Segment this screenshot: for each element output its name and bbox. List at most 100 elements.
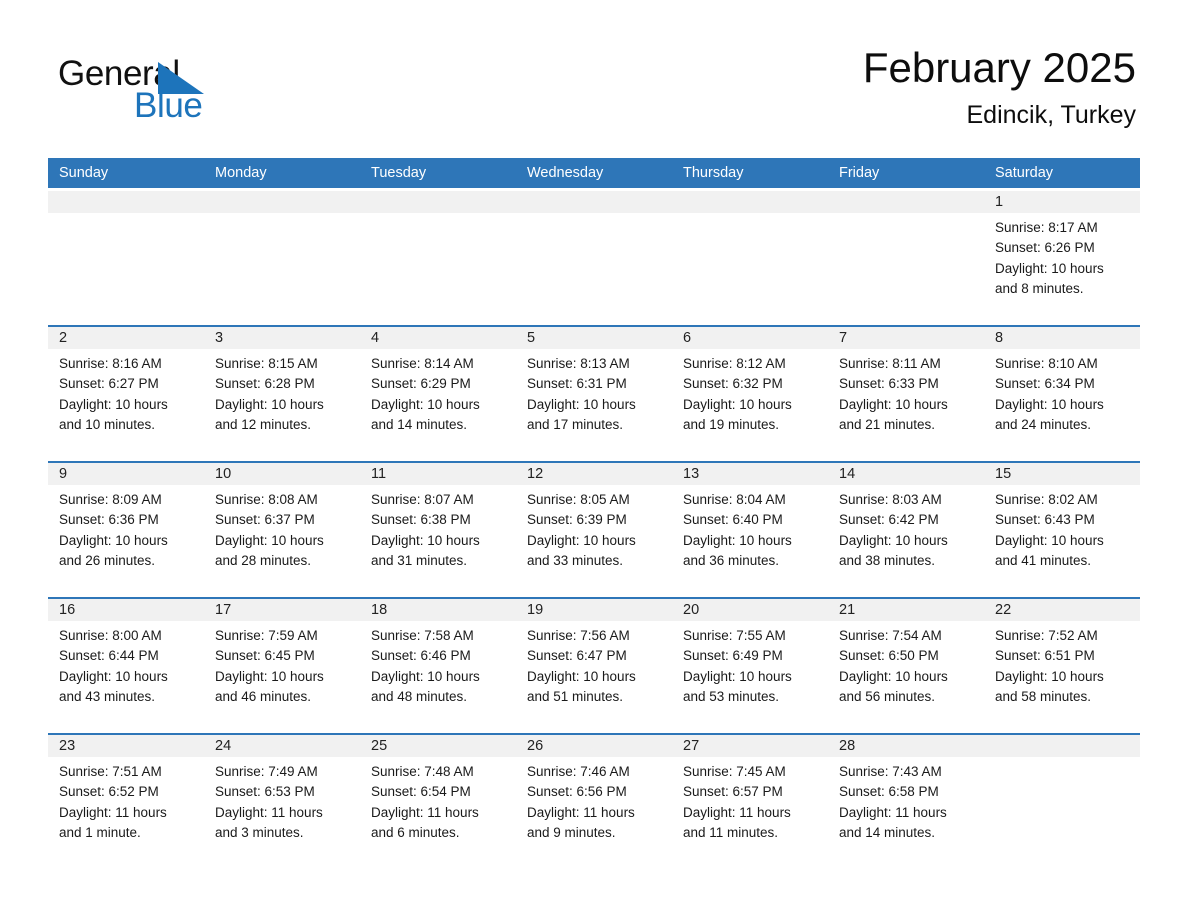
day-cell[interactable]: 15 Sunrise: 8:02 AM Sunset: 6:43 PM Dayl… (984, 463, 1140, 591)
week-row: 23 Sunrise: 7:51 AM Sunset: 6:52 PM Dayl… (48, 733, 1140, 863)
day-details (516, 213, 672, 218)
day-cell[interactable]: 18 Sunrise: 7:58 AM Sunset: 6:46 PM Dayl… (360, 599, 516, 727)
day-cell[interactable]: 28 Sunrise: 7:43 AM Sunset: 6:58 PM Dayl… (828, 735, 984, 863)
day-details: Sunrise: 8:05 AM Sunset: 6:39 PM Dayligh… (516, 485, 672, 571)
daylight-text-line1: Daylight: 10 hours (59, 668, 168, 684)
day-cell[interactable]: 25 Sunrise: 7:48 AM Sunset: 6:54 PM Dayl… (360, 735, 516, 863)
day-number (984, 735, 1140, 757)
sunset-text: Sunset: 6:47 PM (527, 648, 627, 664)
daylight-text-line1: Daylight: 10 hours (371, 532, 480, 548)
day-cell[interactable] (516, 191, 672, 319)
day-cell[interactable]: 27 Sunrise: 7:45 AM Sunset: 6:57 PM Dayl… (672, 735, 828, 863)
day-cell[interactable] (360, 191, 516, 319)
sunset-text: Sunset: 6:52 PM (59, 784, 159, 800)
sunset-text: Sunset: 6:50 PM (839, 648, 939, 664)
daylight-text-line2: and 33 minutes. (527, 552, 624, 568)
day-cell[interactable]: 1 Sunrise: 8:17 AM Sunset: 6:26 PM Dayli… (984, 191, 1140, 319)
day-cell[interactable]: 22 Sunrise: 7:52 AM Sunset: 6:51 PM Dayl… (984, 599, 1140, 727)
day-details: Sunrise: 7:54 AM Sunset: 6:50 PM Dayligh… (828, 621, 984, 707)
day-cell[interactable]: 20 Sunrise: 7:55 AM Sunset: 6:49 PM Dayl… (672, 599, 828, 727)
day-cell[interactable]: 23 Sunrise: 7:51 AM Sunset: 6:52 PM Dayl… (48, 735, 204, 863)
sunrise-text: Sunrise: 7:48 AM (371, 764, 474, 779)
daylight-text-line2: and 36 minutes. (683, 552, 780, 568)
daylight-text-line1: Daylight: 10 hours (59, 396, 168, 412)
day-number: 22 (984, 599, 1140, 621)
daylight-text-line1: Daylight: 10 hours (683, 532, 792, 548)
day-cell[interactable]: 10 Sunrise: 8:08 AM Sunset: 6:37 PM Dayl… (204, 463, 360, 591)
week-row: 2 Sunrise: 8:16 AM Sunset: 6:27 PM Dayli… (48, 325, 1140, 455)
sunset-text: Sunset: 6:43 PM (995, 512, 1095, 528)
day-cell[interactable] (48, 191, 204, 319)
daylight-text-line2: and 11 minutes. (683, 824, 779, 840)
day-cell[interactable] (204, 191, 360, 319)
sunrise-text: Sunrise: 8:17 AM (995, 220, 1098, 235)
daylight-text-line2: and 3 minutes. (215, 824, 304, 840)
day-details: Sunrise: 7:59 AM Sunset: 6:45 PM Dayligh… (204, 621, 360, 707)
day-number: 14 (828, 463, 984, 485)
day-number: 13 (672, 463, 828, 485)
day-cell[interactable]: 24 Sunrise: 7:49 AM Sunset: 6:53 PM Dayl… (204, 735, 360, 863)
daylight-text-line2: and 58 minutes. (995, 688, 1092, 704)
day-details: Sunrise: 8:13 AM Sunset: 6:31 PM Dayligh… (516, 349, 672, 435)
day-cell[interactable]: 3 Sunrise: 8:15 AM Sunset: 6:28 PM Dayli… (204, 327, 360, 455)
sunset-text: Sunset: 6:39 PM (527, 512, 627, 528)
sunset-text: Sunset: 6:33 PM (839, 376, 939, 392)
day-details: Sunrise: 7:56 AM Sunset: 6:47 PM Dayligh… (516, 621, 672, 707)
day-cell[interactable]: 6 Sunrise: 8:12 AM Sunset: 6:32 PM Dayli… (672, 327, 828, 455)
weekday-header-sunday: Sunday (59, 165, 109, 181)
day-cell[interactable]: 21 Sunrise: 7:54 AM Sunset: 6:50 PM Dayl… (828, 599, 984, 727)
day-number: 25 (360, 735, 516, 757)
day-cell[interactable] (672, 191, 828, 319)
day-cell[interactable]: 7 Sunrise: 8:11 AM Sunset: 6:33 PM Dayli… (828, 327, 984, 455)
day-cell[interactable]: 8 Sunrise: 8:10 AM Sunset: 6:34 PM Dayli… (984, 327, 1140, 455)
sunset-text: Sunset: 6:46 PM (371, 648, 471, 664)
day-number: 21 (828, 599, 984, 621)
daylight-text-line2: and 41 minutes. (995, 552, 1092, 568)
daylight-text-line2: and 46 minutes. (215, 688, 312, 704)
sunrise-text: Sunrise: 7:51 AM (59, 764, 162, 779)
sunset-text: Sunset: 6:27 PM (59, 376, 159, 392)
day-cell[interactable]: 13 Sunrise: 8:04 AM Sunset: 6:40 PM Dayl… (672, 463, 828, 591)
page-title: February 2025 (862, 44, 1136, 91)
day-cell[interactable]: 16 Sunrise: 8:00 AM Sunset: 6:44 PM Dayl… (48, 599, 204, 727)
daylight-text-line2: and 8 minutes. (995, 280, 1084, 296)
day-cell[interactable]: 9 Sunrise: 8:09 AM Sunset: 6:36 PM Dayli… (48, 463, 204, 591)
week-row: 9 Sunrise: 8:09 AM Sunset: 6:36 PM Dayli… (48, 461, 1140, 591)
daylight-text-line2: and 43 minutes. (59, 688, 156, 704)
day-number (516, 191, 672, 213)
daylight-text-line1: Daylight: 10 hours (215, 532, 324, 548)
daylight-text-line1: Daylight: 11 hours (371, 804, 479, 820)
day-cell[interactable]: 26 Sunrise: 7:46 AM Sunset: 6:56 PM Dayl… (516, 735, 672, 863)
day-details: Sunrise: 8:09 AM Sunset: 6:36 PM Dayligh… (48, 485, 204, 571)
day-cell[interactable]: 5 Sunrise: 8:13 AM Sunset: 6:31 PM Dayli… (516, 327, 672, 455)
day-cell[interactable] (828, 191, 984, 319)
day-cell[interactable]: 4 Sunrise: 8:14 AM Sunset: 6:29 PM Dayli… (360, 327, 516, 455)
location-label: Edincik, Turkey (966, 101, 1136, 130)
day-cell[interactable]: 17 Sunrise: 7:59 AM Sunset: 6:45 PM Dayl… (204, 599, 360, 727)
sunset-text: Sunset: 6:57 PM (683, 784, 783, 800)
daylight-text-line2: and 14 minutes. (839, 824, 936, 840)
daylight-text-line2: and 10 minutes. (59, 416, 156, 432)
day-cell[interactable] (984, 735, 1140, 863)
day-number: 27 (672, 735, 828, 757)
sunset-text: Sunset: 6:45 PM (215, 648, 315, 664)
day-details: Sunrise: 8:07 AM Sunset: 6:38 PM Dayligh… (360, 485, 516, 571)
daylight-text-line1: Daylight: 10 hours (371, 668, 480, 684)
day-cell[interactable]: 14 Sunrise: 8:03 AM Sunset: 6:42 PM Dayl… (828, 463, 984, 591)
day-cell[interactable]: 11 Sunrise: 8:07 AM Sunset: 6:38 PM Dayl… (360, 463, 516, 591)
day-details: Sunrise: 7:49 AM Sunset: 6:53 PM Dayligh… (204, 757, 360, 843)
day-details: Sunrise: 8:03 AM Sunset: 6:42 PM Dayligh… (828, 485, 984, 571)
sunrise-text: Sunrise: 8:11 AM (839, 356, 941, 371)
daylight-text-line2: and 56 minutes. (839, 688, 936, 704)
day-cell[interactable]: 12 Sunrise: 8:05 AM Sunset: 6:39 PM Dayl… (516, 463, 672, 591)
daylight-text-line1: Daylight: 11 hours (839, 804, 947, 820)
day-cell[interactable]: 19 Sunrise: 7:56 AM Sunset: 6:47 PM Dayl… (516, 599, 672, 727)
general-blue-logo[interactable]: General Blue (58, 54, 318, 130)
sunset-text: Sunset: 6:37 PM (215, 512, 315, 528)
daylight-text-line1: Daylight: 10 hours (995, 668, 1104, 684)
sunrise-text: Sunrise: 7:59 AM (215, 628, 318, 643)
daylight-text-line1: Daylight: 11 hours (683, 804, 791, 820)
sunset-text: Sunset: 6:31 PM (527, 376, 627, 392)
day-cell[interactable]: 2 Sunrise: 8:16 AM Sunset: 6:27 PM Dayli… (48, 327, 204, 455)
day-details (984, 757, 1140, 762)
